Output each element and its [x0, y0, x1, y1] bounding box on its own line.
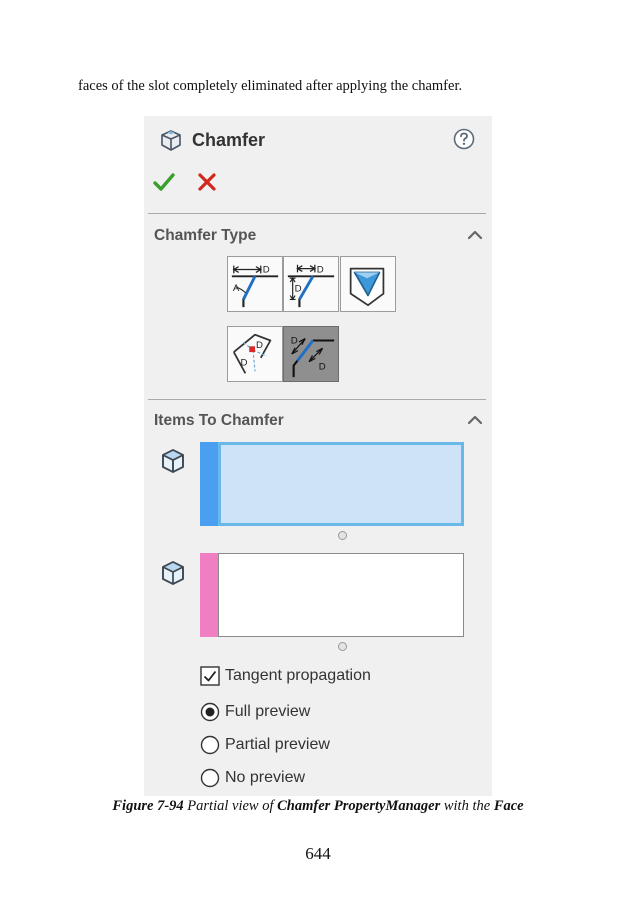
full-preview-label: Full preview	[225, 703, 311, 720]
edge-selection-color-strip	[200, 442, 219, 526]
figure-number: Figure 7-94	[112, 798, 184, 814]
distance-distance-icon: D D	[287, 264, 335, 308]
caption-bold-1: Chamfer PropertyManager	[277, 798, 441, 814]
face-selection-color-strip	[200, 553, 219, 637]
property-manager-title: Chamfer	[192, 130, 266, 150]
checkbox-checked-icon	[200, 666, 220, 686]
caption-bold-2: Face	[493, 798, 524, 814]
section-divider	[148, 399, 486, 400]
face-face-tag-top: D	[291, 335, 298, 346]
radio-selected-icon	[200, 702, 220, 722]
cube-icon	[162, 449, 184, 473]
help-icon[interactable]	[453, 128, 475, 150]
chamfer-property-manager: Chamfer Chamfer Type D A D D D D D D Ite…	[144, 116, 492, 796]
tangent-propagation-checkbox[interactable]: Tangent propagation	[200, 664, 371, 688]
chevron-up-icon[interactable]	[466, 229, 484, 241]
vertex-chamfer-icon	[349, 267, 385, 307]
resize-handle[interactable]	[338, 531, 347, 540]
radio-unselected-icon	[200, 768, 220, 788]
section-divider	[148, 213, 486, 214]
face-face-tag-bottom: D	[319, 361, 326, 372]
page-number: 644	[305, 844, 331, 863]
body-text: faces of the slot completely eliminated …	[78, 78, 463, 94]
angle-distance-tag-a: A	[233, 283, 240, 294]
partial-preview-label: Partial preview	[225, 736, 330, 753]
radio-unselected-icon	[200, 735, 220, 755]
chevron-up-icon[interactable]	[466, 414, 484, 426]
face-selection-box[interactable]	[218, 553, 464, 637]
angle-distance-icon: D A	[231, 264, 279, 308]
distance-distance-tag-side: D	[295, 284, 302, 295]
vertex-chamfer-button[interactable]	[340, 256, 396, 312]
offset-face-button[interactable]: D D	[227, 326, 283, 382]
resize-handle[interactable]	[338, 642, 347, 651]
distance-distance-button[interactable]: D D	[283, 256, 339, 312]
edges-faces-selection-box[interactable]	[218, 442, 464, 526]
angle-distance-tag-d: D	[263, 264, 270, 275]
no-preview-radio[interactable]: No preview	[200, 766, 305, 790]
figure-caption: Figure 7-94 Partial view of Chamfer Prop…	[0, 798, 636, 815]
angle-distance-button[interactable]: D A	[227, 256, 283, 312]
chamfer-feature-icon	[161, 130, 181, 151]
distance-distance-tag-top: D	[317, 264, 324, 275]
caption-text-1: Partial view of	[183, 798, 278, 814]
cube-icon	[162, 561, 184, 585]
chamfer-type-title: Chamfer Type	[154, 227, 257, 244]
check-icon[interactable]	[152, 170, 176, 194]
offset-face-tag-side: D	[241, 358, 248, 369]
close-icon[interactable]	[196, 171, 218, 193]
no-preview-label: No preview	[225, 769, 306, 786]
items-to-chamfer-title: Items To Chamfer	[154, 412, 284, 429]
tangent-propagation-label: Tangent propagation	[225, 667, 371, 684]
partial-preview-radio[interactable]: Partial preview	[200, 733, 330, 757]
caption-text-2: with the	[440, 798, 494, 814]
face-face-button[interactable]: D D	[283, 326, 339, 382]
full-preview-radio[interactable]: Full preview	[200, 700, 310, 724]
offset-face-icon: D D	[233, 333, 272, 374]
offset-face-tag-top: D	[256, 340, 263, 351]
face-face-icon: D D	[291, 335, 335, 378]
